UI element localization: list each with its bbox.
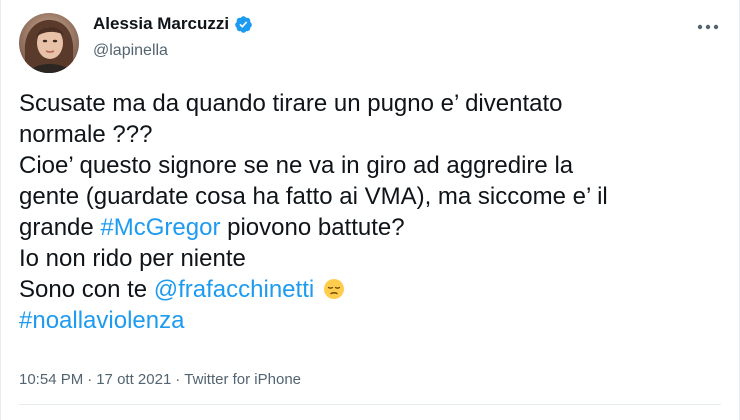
meta-separator: · xyxy=(175,371,181,388)
author-handle[interactable]: @lapinella xyxy=(93,42,168,60)
tweet-time[interactable]: 10:54 PM xyxy=(19,371,83,388)
tweet-line: Sono con te @frafacchinetti xyxy=(19,274,719,305)
tweet-text-segment: grande xyxy=(19,214,101,241)
tweet-source-link[interactable]: Twitter for iPhone xyxy=(184,371,301,388)
tweet-line: grande #McGregor piovono battute? xyxy=(19,212,719,243)
more-options-button[interactable] xyxy=(691,14,725,38)
tweet-meta: 10:54 PM · 17 ott 2021 · Twitter for iPhone xyxy=(19,371,301,388)
tweet-line: gente (guardate cosa ha fatto ai VMA), m… xyxy=(19,183,608,210)
meta-separator: · xyxy=(87,371,93,388)
tweet-text-segment: Sono con te xyxy=(19,276,154,303)
tweet-line: Scusate ma da quando tirare un pugno e’ … xyxy=(19,90,563,117)
pensive-face-emoji-icon xyxy=(323,277,345,299)
hashtag-link-noallaviolenza[interactable]: #noallaviolenza xyxy=(19,307,184,334)
avatar[interactable] xyxy=(19,13,79,73)
author-name[interactable]: Alessia Marcuzzi xyxy=(93,14,229,34)
tweet-text-segment: piovono battute? xyxy=(220,214,405,241)
divider xyxy=(19,404,721,405)
tweet-line: Io non rido per niente xyxy=(19,245,246,272)
verified-badge-icon xyxy=(234,15,253,34)
tweet-card: Alessia Marcuzzi @lapinella Scusate ma d… xyxy=(0,0,740,420)
tweet-line: normale ??? xyxy=(19,121,153,148)
hashtag-link-mcgregor[interactable]: #McGregor xyxy=(100,214,220,241)
tweet-date[interactable]: 17 ott 2021 xyxy=(96,371,171,388)
mention-link-frafacchinetti[interactable]: @frafacchinetti xyxy=(154,276,314,303)
tweet-text: Scusate ma da quando tirare un pugno e’ … xyxy=(19,88,719,336)
tweet-line: Cioe’ questo signore se ne va in giro ad… xyxy=(19,152,574,179)
tweet-line: #noallaviolenza xyxy=(19,305,719,336)
author-name-row: Alessia Marcuzzi xyxy=(93,14,253,34)
more-horizontal-icon xyxy=(697,17,719,35)
